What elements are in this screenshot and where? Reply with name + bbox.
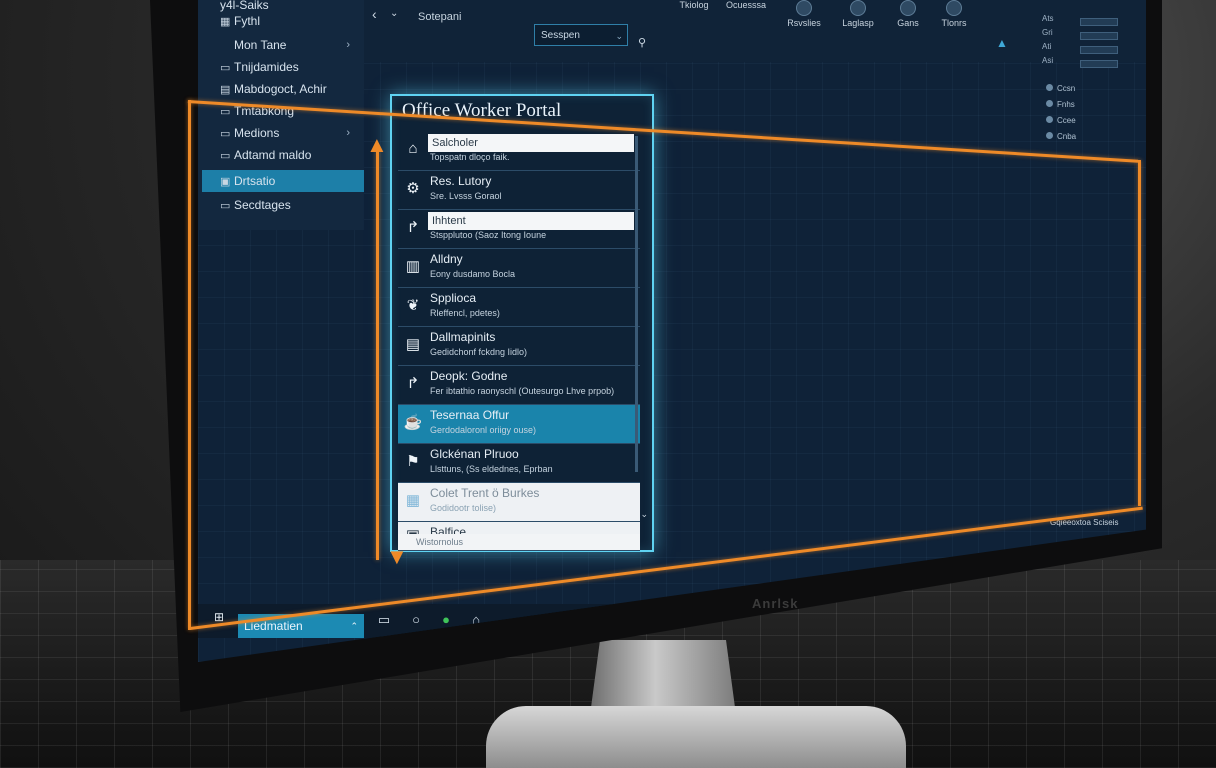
sidebar-item-mabdogoct[interactable]: ▤ Mabdogoct, Achir [220,78,360,100]
globe-icon [900,0,916,16]
sidebar: y4l-Saiks ▦ Fythl Mon Tane › ▭ Tnijdamides … [198,0,364,230]
value-bar [1080,60,1118,68]
monitor-brand: Anrlsk [752,596,799,611]
bullet-icon [1046,100,1053,107]
list-item[interactable]: Ati [1042,42,1142,56]
annotation-arrow-line [376,150,379,560]
user-icon [796,0,812,16]
doc-icon: ▭ [220,62,231,74]
chevron-right-icon: › [346,39,350,51]
text-field[interactable]: Ihhtent [428,212,634,230]
flag-icon: ⚑ [406,453,420,470]
list-item[interactable]: ❦ Spplioca Rleffencl, pdetes) [398,288,640,327]
bullet-icon [1046,84,1053,91]
sidebar-item-fythl[interactable]: ▦ Fythl [220,10,360,32]
triangle-logo-icon: ▲ [996,36,1008,50]
leaf-icon: ❦ [406,297,420,314]
list-item[interactable]: ▥ Alldny Eony dusdamo Bocla [398,249,640,288]
building-icon: ▥ [405,258,421,275]
doc-icon: ▭ [220,200,231,212]
chevron-right-icon: › [346,127,350,139]
caret-up-icon: ⌃ [350,621,358,631]
home-icon: ⌂ [408,140,418,157]
folder-icon: ▤ [220,84,231,96]
list-item[interactable]: ▤ Dallmapinits Gedidchonf fckdng Iidlo) [398,327,640,366]
list-item[interactable]: ⚑ Glckénan Plruoo Llsttuns, (Ss eldednes… [398,444,640,483]
sidebar-item-medions[interactable]: ▭ Medions › [220,122,360,144]
topbar: ‹ ⌄ Sotepani Sesspen ⌄ ⚲ Tkiolog Ocuesssa… [364,0,1146,62]
annotation-line [1138,160,1141,506]
apps-icon: ▦ [220,16,231,28]
list-item[interactable]: ⚙ Res. Lutory Sre. Lvsss Goraol [398,171,640,210]
search-icon[interactable]: ⚲ [638,36,646,49]
value-bar [1080,32,1118,40]
list-item-selected[interactable]: ☕ Tesernaa Offur Gerdodaloronl oriigy ou… [398,405,640,444]
toolbar-item-6[interactable]: Tlonrs [934,0,974,28]
menu-item[interactable]: Ccsn [1046,84,1076,100]
toolbar-item-2[interactable]: Ocuesssa [726,0,766,10]
arrow-down-icon: ▼ [386,544,408,569]
arrow-up-icon: ▲ [366,132,388,157]
sidebar-item-tnijdamides[interactable]: ▭ Tnijdamides [220,56,360,78]
menu-item[interactable]: Cnba [1046,132,1076,148]
sidebar-item-drtsatio[interactable]: ▣ Drtsatio [202,170,364,192]
portal-list: ⌂ Salcholer Topspatn dloço faik. ⚙ Res. … [398,132,640,551]
bullet-icon [1046,116,1053,123]
portal-status: Wistornolus [398,534,640,550]
pin-icon [850,0,866,16]
forward-icon: ↱ [406,375,420,392]
cup-icon: ☕ [403,414,423,431]
list-item[interactable]: ↱ Deopk: Godne Fer ibtathio raonyschl (O… [398,366,640,405]
right-panel-menu: Ccsn Fnhs Ccee Cnba [1046,84,1076,148]
list-item[interactable]: ↱ Ihhtent Stspplutoo (Saoz Itong Ioune [398,210,640,249]
menu-item[interactable]: Fnhs [1046,100,1076,116]
doc-icon: ▭ [220,150,231,162]
chevron-down-icon[interactable]: ⌄ [640,509,648,520]
list-item[interactable]: Asi [1042,56,1142,70]
value-bar [1080,46,1118,54]
menu-item[interactable]: Ccee [1046,116,1076,132]
toolbar-item-1[interactable]: Tkiolog [674,0,714,10]
clock-icon [946,0,962,16]
annotation-line [188,100,191,630]
list-item[interactable]: Gri [1042,28,1142,42]
text-field[interactable]: Salcholer [428,134,634,152]
back-button[interactable]: ‹ [372,6,377,22]
toolbar-item-5[interactable]: Gans [888,0,928,28]
circle-icon[interactable]: ○ [404,612,428,627]
bullet-icon [1046,132,1053,139]
sidebar-item-adtamd-maldo[interactable]: ▭ Adtamd maldo [220,144,360,166]
sidebar-item-mon-tane[interactable]: Mon Tane › [220,34,360,56]
gear-doc-icon: ⚙ [406,180,420,197]
list-item[interactable]: ⌂ Salcholer Topspatn dloço faik. [398,132,640,171]
doc-icon: ▭ [220,128,231,140]
sidebar-item-secdtages[interactable]: ▭ Secdtages [220,194,360,216]
list-item[interactable]: ▦ Colet Trent ö Burkes Godidootr tolise) [398,483,640,522]
toolbar-item-4[interactable]: Laglasp [838,0,878,28]
briefcase-icon[interactable]: ▭ [372,612,396,628]
scrollbar[interactable] [635,136,638,472]
chevron-down-icon[interactable]: ⌄ [390,8,398,19]
search-input[interactable]: Sesspen ⌄ [534,24,628,46]
share-icon: ↱ [406,219,420,236]
book-icon: ▤ [405,336,421,353]
folder-icon: ▣ [220,176,231,188]
monitor-stand-base [486,706,906,768]
grid-icon: ▦ [405,492,421,509]
toolbar-item-3[interactable]: Rsvslies [784,0,824,28]
office-worker-portal-window: Office Worker Portal ⌂ Salcholer Topspat… [390,94,654,552]
breadcrumb: Sotepani [418,11,462,23]
list-item[interactable]: Ats [1042,14,1142,28]
right-panel-list: Ats Gri Ati Asi [1042,14,1142,70]
dropdown-arrow-icon: ⌄ [615,31,623,41]
value-bar [1080,18,1118,26]
